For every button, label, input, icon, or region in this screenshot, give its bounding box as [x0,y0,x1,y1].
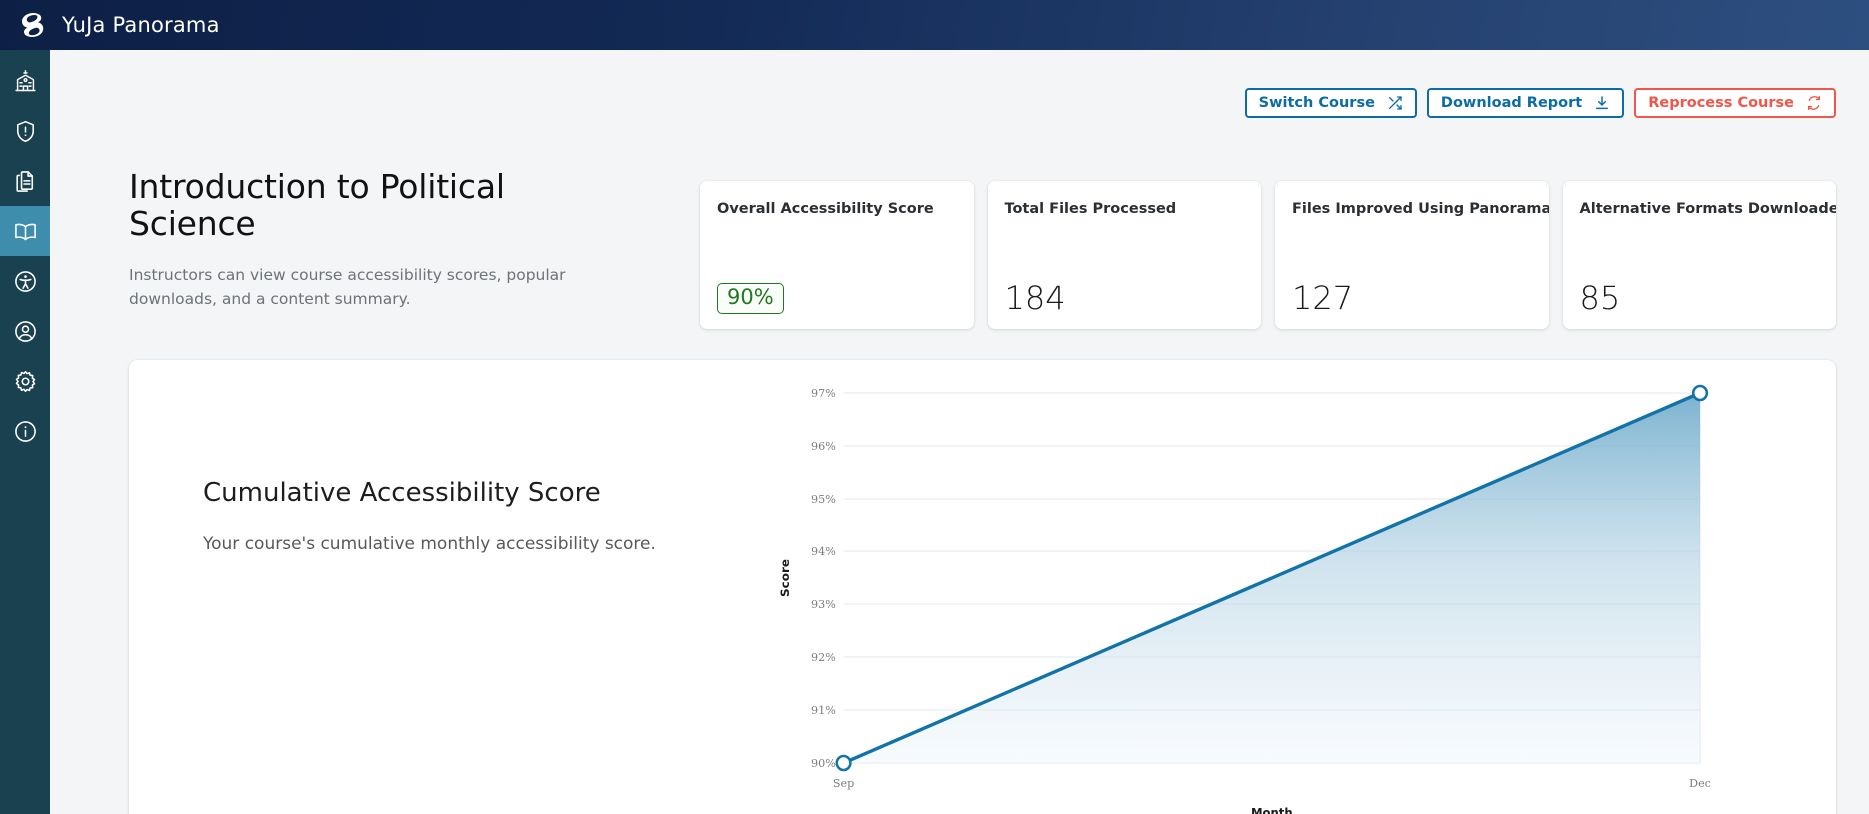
y-tick-label: 92% [811,650,836,664]
documents-copy-icon [15,170,33,192]
sidebar-item-alerts[interactable] [0,106,50,156]
cumulative-score-area-chart[interactable]: 97% 96% 95% 94% 93% 92% 91% 90% Sep Dec [729,360,1836,814]
stat-label: Total Files Processed [1004,201,1177,217]
page-header: Introduction to Political Science Instru… [129,168,629,311]
sidebar-item-information[interactable] [0,406,50,456]
switch-course-button[interactable]: Switch Course [1244,88,1417,118]
chart-y-axis-title: Score [778,559,792,597]
chart-data-point-sep[interactable] [835,754,852,772]
left-sidebar [0,50,50,814]
panorama-app: YuJa Panorama Switch Course Download Rep… [0,0,1869,814]
stat-card-overall-accessibility-score: Overall Accessibility Score 90% [700,181,974,329]
x-tick-label: Dec [1689,776,1711,790]
brand-name: YuJa Panorama [62,13,220,37]
y-tick-label: 95% [811,492,836,506]
gear-icon [15,370,35,392]
stat-label: Files Improved Using Panorama [1292,201,1549,217]
institution-building-icon [14,69,36,91]
download-icon [1596,96,1609,110]
reprocess-course-label: Reprocess Course [1648,94,1794,111]
chart-title: Cumulative Accessibility Score [203,478,601,508]
y-tick-label: 91% [811,703,836,717]
y-tick-label: 97% [811,386,836,400]
stat-card-total-files-processed: Total Files Processed 184 [987,181,1261,329]
top-app-bar: YuJa Panorama [0,0,1869,50]
course-action-toolbar: Switch Course Download Report Reprocess … [1244,88,1836,118]
x-tick-label: Sep [833,776,854,790]
sidebar-item-accessibility[interactable] [0,256,50,306]
sidebar-item-institution[interactable] [0,56,50,106]
download-report-label: Download Report [1440,94,1583,111]
chart-x-axis-title: Month [1251,806,1293,814]
chart-y-tick-labels: 97% 96% 95% 94% 93% 92% 91% 90% [811,386,836,770]
page-title: Introduction to Political Science [129,167,505,244]
yuja-swirl-logo-icon [22,12,44,37]
stat-value: 127 [1292,279,1354,317]
status-badge: 90% [717,283,784,314]
refresh-icon [1808,96,1820,110]
chart-description: Your course's cumulative monthly accessi… [203,534,656,555]
cumulative-accessibility-score-card: Cumulative Accessibility Score Your cour… [129,360,1836,814]
shield-exclamation-icon [16,120,34,142]
chart-svg: 97% 96% 95% 94% 93% 92% 91% 90% Sep Dec [778,384,1711,814]
y-tick-label: 94% [811,544,836,558]
stat-value: 184 [1004,279,1066,317]
reprocess-course-button[interactable]: Reprocess Course [1634,88,1836,118]
user-circle-icon [14,320,36,342]
chart-x-tick-labels: Sep Dec [833,776,1711,790]
stat-card-files-improved-using-panorama: Files Improved Using Panorama 127 [1275,181,1549,329]
info-circle-icon [14,420,36,442]
chart-description-block: Cumulative Accessibility Score Your cour… [203,478,673,558]
stat-label: Alternative Formats Downloaded [1579,201,1837,217]
shuffle-icon [1388,96,1402,110]
sidebar-item-settings[interactable] [0,356,50,406]
page-subtitle: Instructors can view course accessibilit… [129,265,566,308]
stat-card-alternative-formats-downloaded: Alternative Formats Downloaded 85 [1562,181,1837,329]
y-tick-label: 96% [811,439,836,453]
summary-stat-cards: Overall Accessibility Score 90% Total Fi… [700,181,1836,329]
stat-label: Overall Accessibility Score [717,201,934,217]
open-book-icon [14,223,36,240]
y-tick-label: 93% [811,597,836,611]
stat-value: 85 [1579,279,1621,317]
switch-course-label: Switch Course [1258,94,1375,111]
y-tick-label: 90% [811,756,836,770]
sidebar-item-account[interactable] [0,306,50,356]
accessibility-person-icon [14,270,36,292]
main-content: Switch Course Download Report Reprocess … [50,50,1869,814]
sidebar-item-courses[interactable] [0,206,50,256]
sidebar-item-documents[interactable] [0,156,50,206]
download-report-button[interactable]: Download Report [1426,88,1625,118]
chart-data-point-dec[interactable] [1691,384,1709,402]
